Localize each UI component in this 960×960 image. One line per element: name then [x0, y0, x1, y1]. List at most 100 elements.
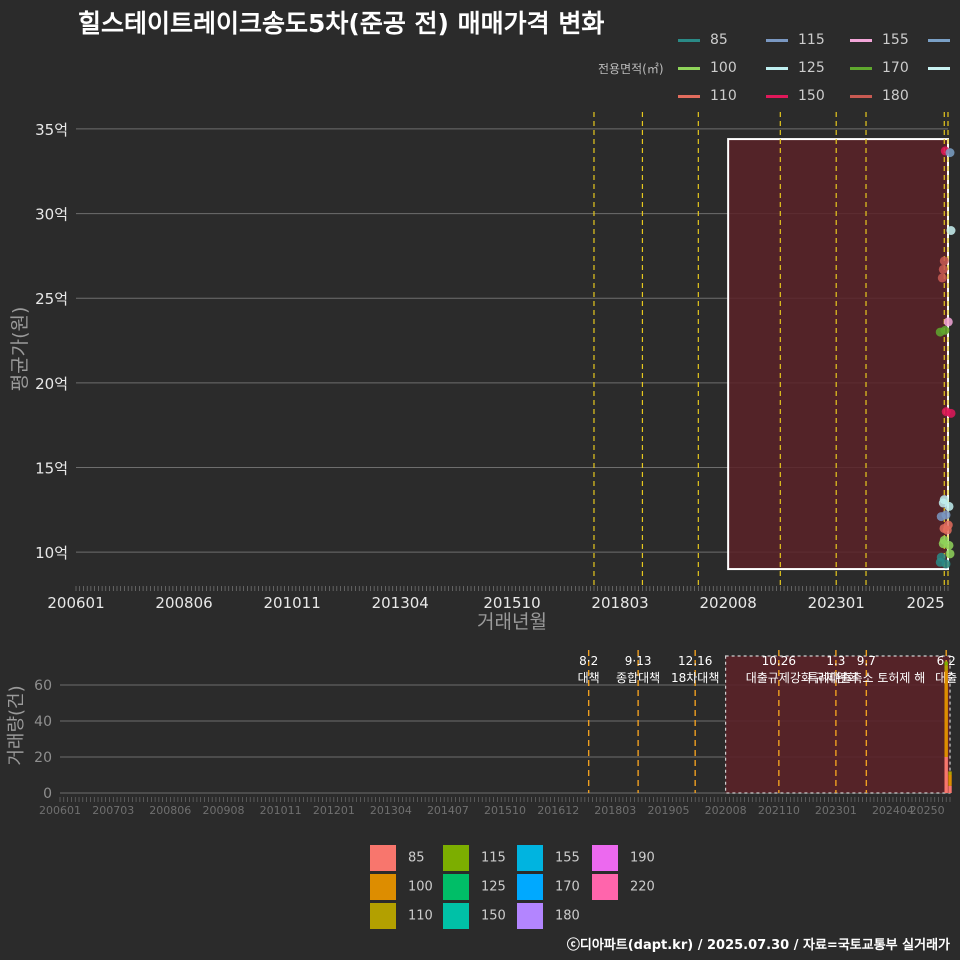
legend-label: 155: [555, 850, 580, 866]
credit-text: ⓒ디아파트(dapt.kr) / 2025.07.30 / 자료=국토교통부 실…: [566, 938, 950, 953]
y-tick-label: 0: [43, 786, 52, 802]
legend-swatch: [592, 845, 618, 871]
data-point-170: [940, 325, 950, 335]
x-tick-label: 20250: [910, 804, 945, 817]
x-tick-label: 202110: [758, 804, 800, 817]
y-tick-label: 30억: [35, 206, 68, 224]
x-tick-label: 200806: [149, 804, 191, 817]
highlight-box: [727, 138, 950, 571]
annotation-date: 10.26: [762, 654, 796, 668]
annotation-date: 8·2: [579, 654, 598, 668]
x-tick-label: 200703: [92, 804, 134, 817]
annotation-label: 대출규제강화: [746, 671, 812, 685]
legend-label: 180: [555, 908, 580, 924]
data-point-155: [943, 317, 953, 327]
x-axis-title: 거래년월: [477, 611, 547, 633]
bar-legend-item-100: 100: [370, 874, 433, 900]
legend-label: 170: [555, 879, 580, 895]
x-tick-label: 201201: [313, 804, 355, 817]
legend-label: 125: [481, 879, 506, 895]
highlight-box: [724, 655, 951, 794]
legend-label: 190: [630, 850, 655, 866]
x-tick-label: 201612: [537, 804, 579, 817]
x-tick-label: 201011: [260, 804, 302, 817]
legend-swatch: [370, 874, 396, 900]
legend-swatch: [443, 845, 469, 871]
data-point-180: [939, 256, 949, 266]
legend-swatch: [443, 874, 469, 900]
data-point-85: [941, 559, 951, 569]
y-tick-label: 40: [34, 714, 52, 730]
data-point-150: [946, 408, 956, 418]
y-tick-label: 15억: [35, 460, 68, 478]
x-tick-label: 201510: [483, 594, 540, 612]
x-tick-label: 201803: [594, 804, 636, 817]
y-tick-label: 20: [34, 750, 52, 766]
bar-segment-100: [948, 775, 952, 786]
bar-legend-item-115: 115: [443, 845, 506, 871]
legend-swatch: [517, 845, 543, 871]
bar-legend-item-220: 220: [592, 874, 655, 900]
bar-legend-item-150: 150: [443, 903, 506, 929]
bar-segment-110: [948, 771, 952, 775]
annotation-label: 특례대출축소 토허제 해: [807, 671, 925, 685]
annotation-date: 1.3: [826, 654, 845, 668]
x-tick-label: 201304: [370, 804, 412, 817]
legend-swatch: [370, 845, 396, 871]
x-tick-label: 200908: [203, 804, 245, 817]
y-axis-title: 평균가(원): [9, 307, 31, 392]
bar-segment-115: [944, 661, 948, 666]
bar-legend-item-170: 170: [517, 874, 580, 900]
x-tick-label: 200806: [155, 594, 212, 612]
bar-segment-110: [944, 665, 948, 671]
x-tick-label: 200601: [39, 804, 81, 817]
x-tick-label: 202404: [872, 804, 914, 817]
legend-swatch: [592, 874, 618, 900]
bar-legend-item-110: 110: [370, 903, 433, 929]
annotation-label: 대출: [935, 671, 957, 685]
annotation-date: 9·13: [625, 654, 652, 668]
annotation-label: 종합대책: [616, 670, 660, 685]
legend-label: 100: [408, 879, 433, 895]
annotation-label: 대책: [578, 670, 600, 685]
x-tick-label: 2025: [907, 594, 945, 612]
price-scatter-chart: 10억 15억 20억 25억 30억 35억 200601 200806 201011 2013…: [9, 112, 956, 633]
x-tick-label: 200601: [47, 594, 104, 612]
x-tick-label: 202301: [808, 594, 865, 612]
data-point-115: [941, 510, 951, 520]
bar-legend-item-180: 180: [517, 903, 580, 929]
data-point-125: [944, 501, 954, 511]
bar-legend-item-155: 155: [517, 845, 580, 871]
legend-label: 150: [481, 908, 506, 924]
legend-swatch: [517, 903, 543, 929]
annotation-label: 18차대책: [671, 670, 719, 685]
data-point-190: [945, 148, 955, 158]
bar-segment-85: [948, 785, 952, 793]
annotation-date: 6.2: [937, 654, 956, 668]
legend-swatch: [517, 874, 543, 900]
bar-segment-85: [944, 757, 948, 793]
x-tick-label: 201304: [372, 594, 429, 612]
y-tick-label: 35억: [35, 121, 68, 139]
legend-label: 115: [481, 850, 506, 866]
x-tick-label: 201905: [648, 804, 690, 817]
y-tick-label: 10억: [35, 544, 68, 562]
legend-label: 85: [408, 850, 425, 866]
y-tick-label: 60: [34, 678, 52, 694]
x-tick-label: 201011: [264, 594, 321, 612]
x-tick-label: 202008: [700, 594, 757, 612]
data-point-180: [938, 264, 948, 274]
y-tick-label: 20억: [35, 375, 68, 393]
legend-swatch: [370, 903, 396, 929]
x-tick-label: 202301: [815, 804, 857, 817]
annotation-date: 9.7: [857, 654, 876, 668]
annotation-label: 규제완화: [814, 671, 858, 685]
x-tick-label: 201510: [484, 804, 526, 817]
data-point-100: [945, 549, 955, 559]
x-tick-label: 201407: [427, 804, 469, 817]
data-point-180: [937, 273, 947, 283]
bar-segment-100: [944, 670, 948, 757]
x-tick-label: 202008: [705, 804, 747, 817]
bar-legend-item-190: 190: [592, 845, 655, 871]
data-point-110: [939, 523, 949, 533]
